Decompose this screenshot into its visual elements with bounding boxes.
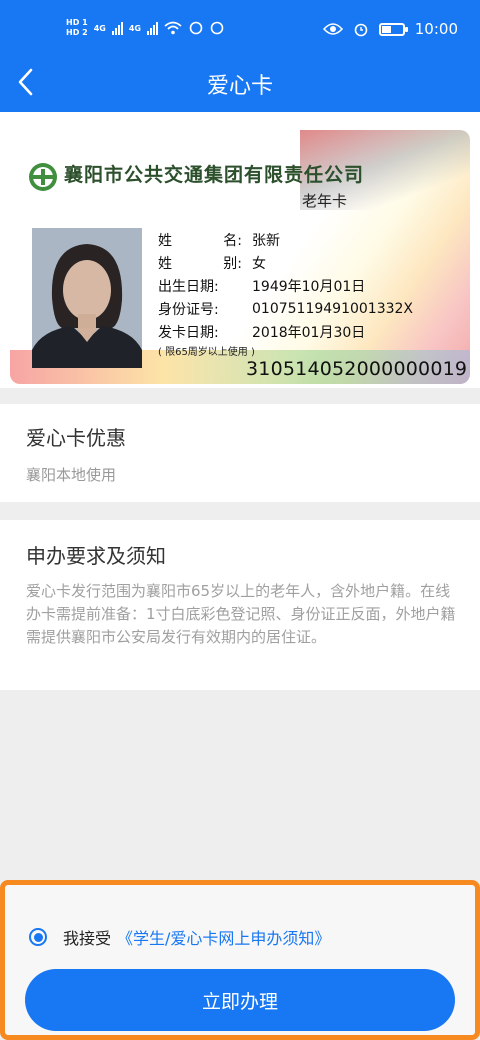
message-icon — [189, 21, 203, 35]
network-label-1: 4G — [93, 23, 106, 33]
battery-fill — [381, 25, 391, 33]
battery-icon — [378, 22, 408, 36]
page-title: 爱心卡 — [206, 74, 273, 99]
wifi-icon — [164, 21, 182, 35]
card-field-row: 姓名: 张新 — [158, 228, 413, 251]
status-bar: HD 1 HD 2 4G 4G 10:00 — [0, 0, 480, 52]
hd2-label: HD 2 — [66, 28, 88, 37]
benefit-section: 爱心卡优惠 襄阳本地使用 — [0, 404, 480, 502]
radio-selected-dot — [33, 932, 43, 942]
app-header: HD 1 HD 2 4G 4G 10:00 爱心卡 — [0, 0, 480, 112]
card-section: 襄阳市公共交通集团有限责任公司 老年卡 姓名: 张新 姓别: 女 出生日期: 1… — [0, 112, 480, 388]
alarm-icon — [354, 23, 368, 37]
card-type: 老年卡 — [302, 192, 348, 210]
card-age-note: ( 限65周岁以上使用 ) — [158, 347, 255, 358]
status-left: HD 1 HD 2 4G 4G — [66, 17, 224, 39]
card-company-name: 襄阳市公共交通集团有限责任公司 — [64, 164, 365, 186]
notice-title: 申办要求及须知 — [26, 544, 166, 568]
card-field-row: 身份证号: 01075119491001332X — [158, 297, 413, 320]
field-label-issue-date: 发卡日期: — [158, 324, 219, 341]
eye-icon — [322, 23, 343, 35]
notice-section: 申办要求及须知 爱心卡发行范围为襄阳市65岁以上的老年人，含外地户籍。在线办卡需… — [0, 520, 480, 690]
company-logo-icon — [29, 163, 57, 191]
status-right: 10:00 — [322, 18, 458, 40]
signal-icon-2 — [146, 21, 158, 35]
status-time: 10:00 — [414, 20, 458, 38]
field-label-name: 姓名: — [158, 232, 242, 249]
field-value-gender: 女 — [252, 255, 266, 272]
field-value-name: 张新 — [252, 232, 280, 249]
nav-bar: 爱心卡 — [0, 52, 480, 112]
field-label-birthdate: 出生日期: — [158, 278, 219, 295]
senior-card-image: 襄阳市公共交通集团有限责任公司 老年卡 姓名: 张新 姓别: 女 出生日期: 1… — [10, 130, 470, 384]
network-label-2: 4G — [128, 23, 141, 33]
card-field-row: 发卡日期: 2018年01月30日 — [158, 320, 413, 343]
card-field-row: 姓别: 女 — [158, 251, 413, 274]
portrait-image — [32, 228, 142, 368]
card-fields: 姓名: 张新 姓别: 女 出生日期: 1949年10月01日 身份证号: 010… — [158, 228, 413, 343]
agree-label: 我接受 — [63, 929, 112, 948]
agreement-link[interactable]: 《学生/爱心卡网上申办须知》 — [117, 925, 330, 949]
hd-indicators: HD 1 HD 2 — [66, 18, 88, 38]
field-label-gender: 姓别: — [158, 255, 242, 272]
hd1-label: HD 1 — [66, 18, 88, 27]
notice-text: 爱心卡发行范围为襄阳市65岁以上的老年人，含外地户籍。在线办卡需提前准备：1寸白… — [26, 582, 456, 646]
apply-now-button[interactable]: 立即办理 — [25, 969, 455, 1031]
field-value-id-number: 01075119491001332X — [252, 300, 414, 317]
benefit-subtitle: 襄阳本地使用 — [26, 466, 117, 484]
cardholder-photo — [32, 228, 142, 368]
signal-icon — [111, 21, 123, 35]
field-value-birthdate: 1949年10月01日 — [252, 278, 366, 295]
card-field-row: 出生日期: 1949年10月01日 — [158, 274, 413, 297]
agree-radio[interactable] — [29, 928, 47, 946]
field-value-issue-date: 2018年01月30日 — [252, 324, 366, 341]
circle-icon — [210, 21, 224, 35]
field-label-id-number: 身份证号: — [158, 301, 219, 318]
card-number: 310514052000000019 — [246, 358, 468, 380]
footer-panel: 我接受 《学生/爱心卡网上申办须知》 立即办理 — [0, 880, 480, 1040]
agreement-checkbox[interactable]: 我接受 《学生/爱心卡网上申办须知》 — [29, 925, 330, 949]
benefit-title: 爱心卡优惠 — [26, 426, 126, 450]
